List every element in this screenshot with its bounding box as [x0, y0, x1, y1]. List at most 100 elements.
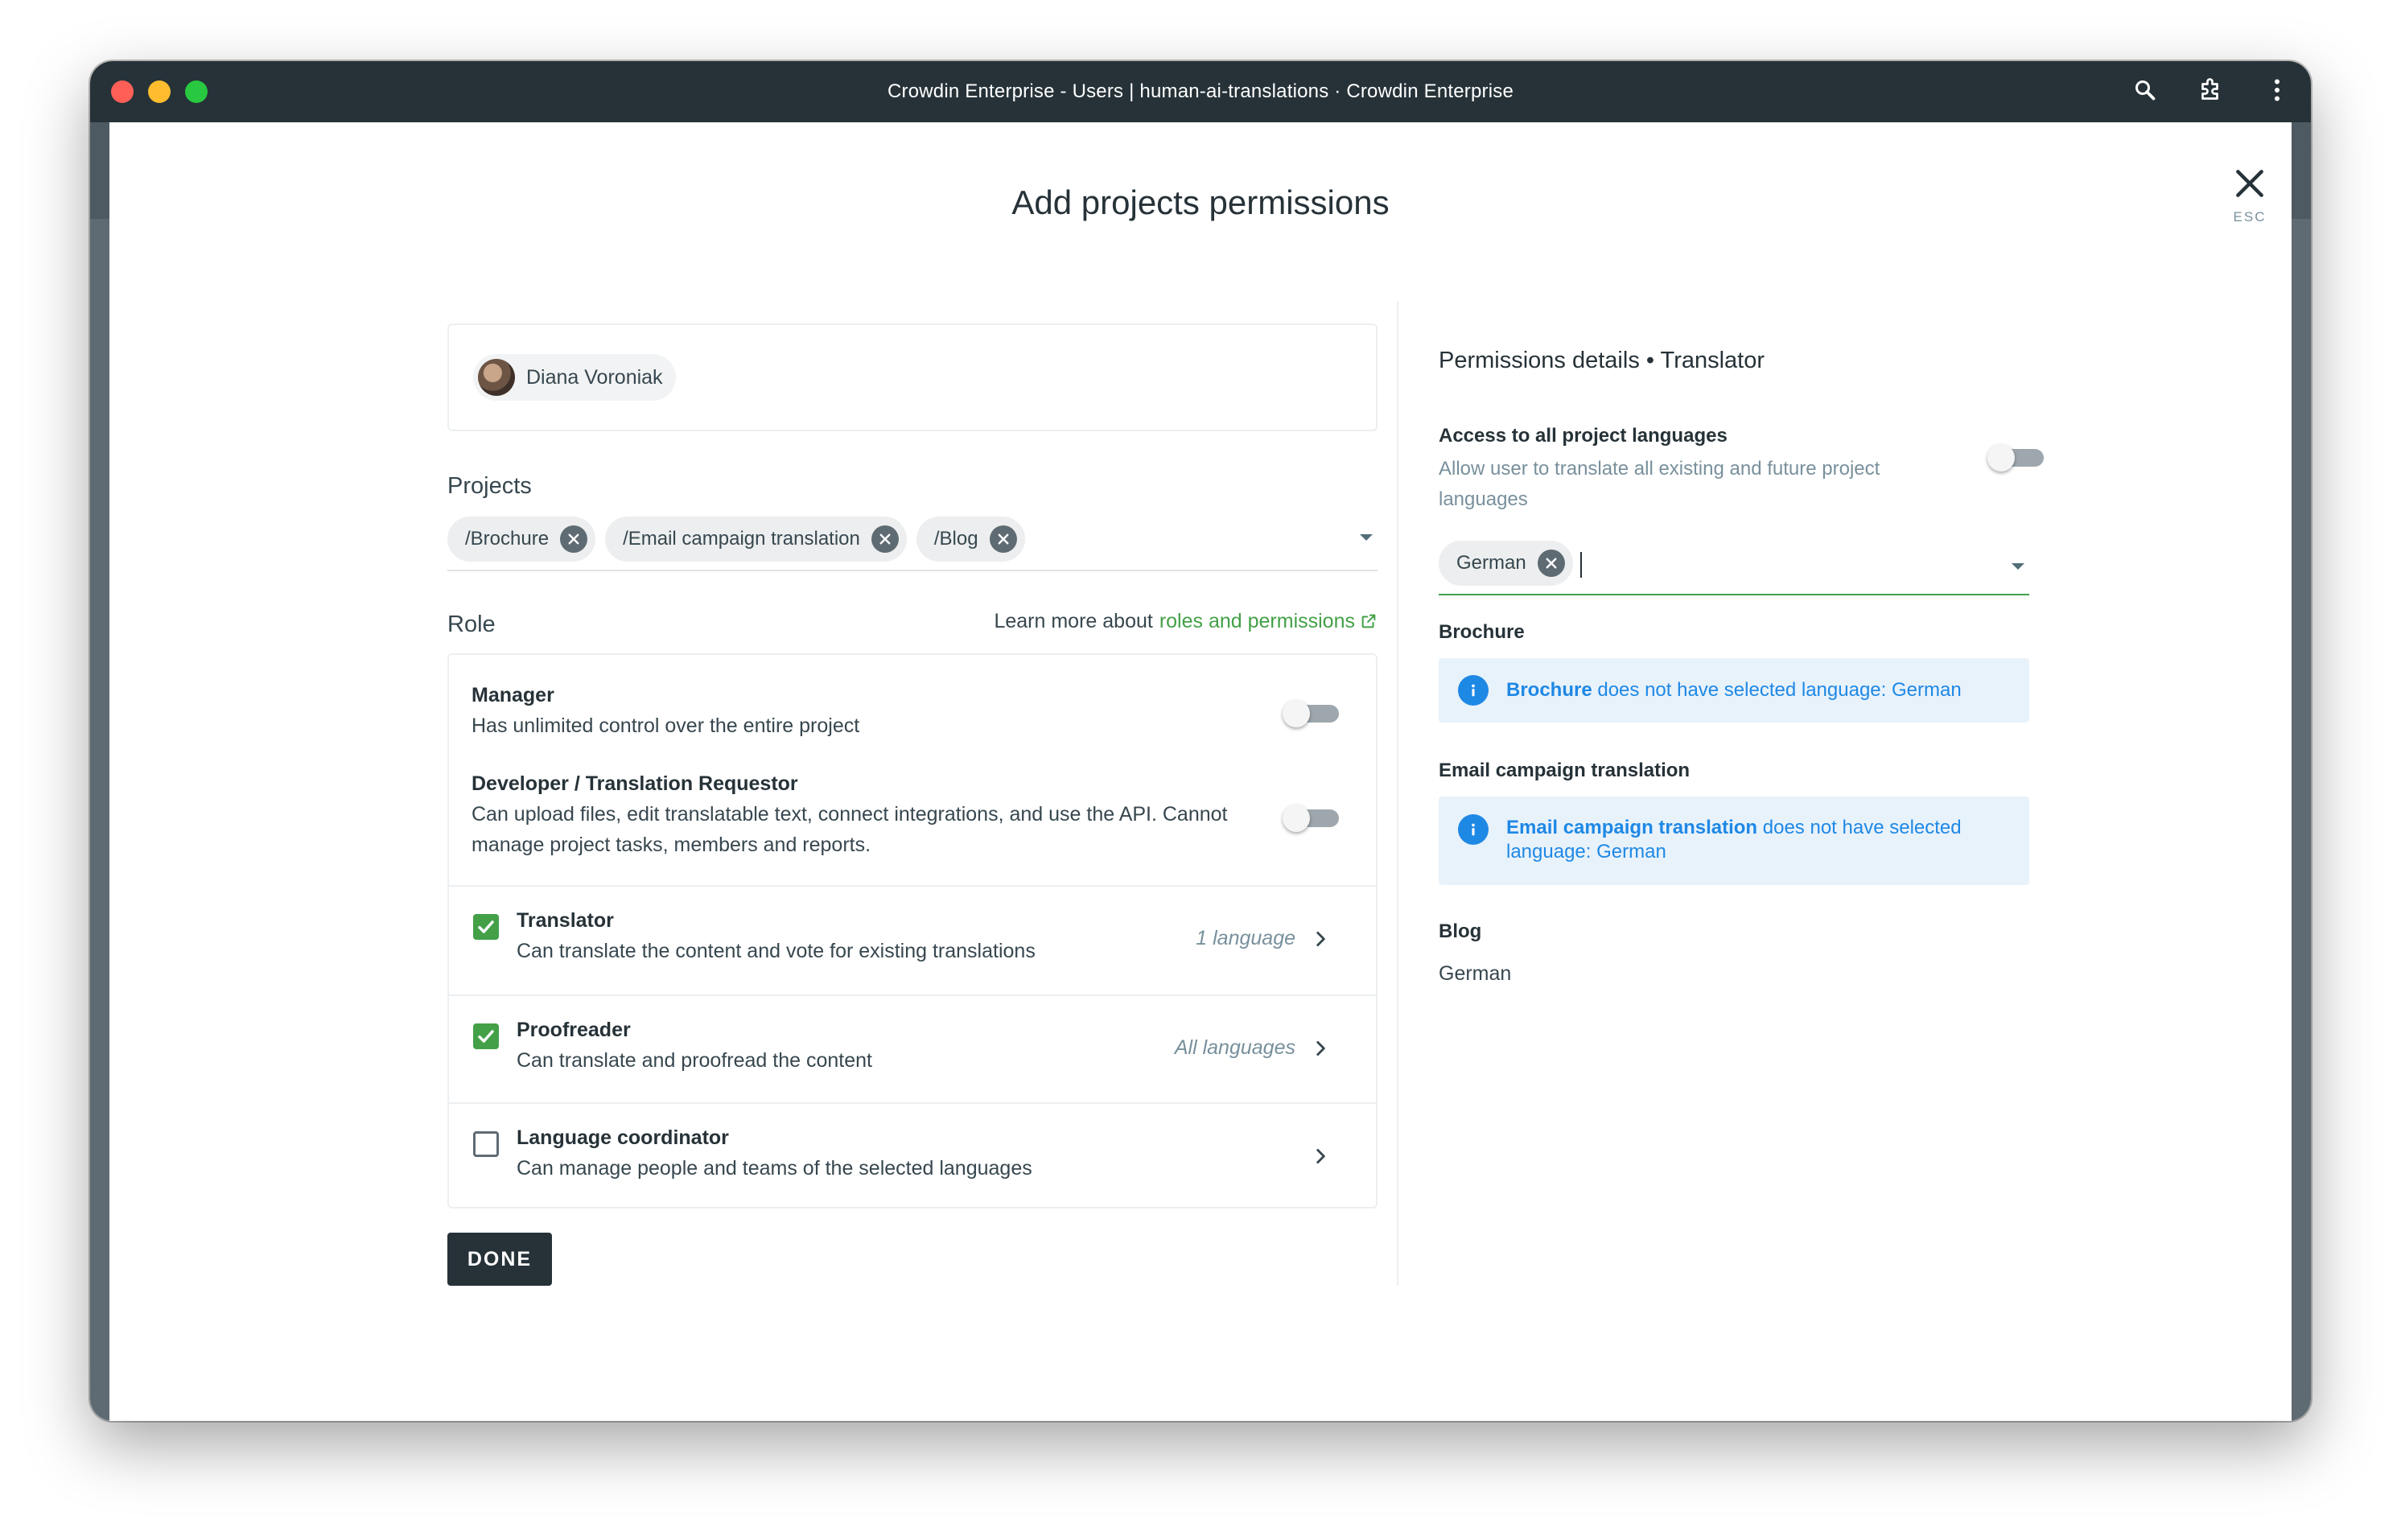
blog-title: Blog: [1439, 920, 1482, 942]
done-button[interactable]: DONE: [447, 1233, 552, 1286]
role-description: Has unlimited control over the entire pr…: [472, 714, 860, 737]
translator-language-count: 1 language: [1196, 927, 1295, 949]
proofreader-checkbox[interactable]: [473, 1023, 499, 1049]
project-chip-brochure: /Brochure: [447, 517, 596, 562]
learn-more-prefix: Learn more about: [994, 610, 1153, 632]
language-select[interactable]: German: [1439, 537, 2029, 595]
page-title: Add projects permissions: [1011, 183, 1390, 221]
brochure-info-message: does not have selected language: German: [1592, 679, 1962, 701]
email-campaign-title: Email campaign translation: [1439, 760, 1691, 781]
role-label: Role: [447, 611, 496, 637]
browser-toolbar: [2131, 76, 2292, 105]
project-chip-email-campaign: /Email campaign translation: [605, 517, 907, 562]
language-chip-german: German: [1439, 541, 1573, 586]
background-page-left: [90, 122, 109, 1421]
add-permissions-dialog: Add projects permissions ESC Diana Voron…: [109, 122, 2292, 1421]
role-title: Translator: [517, 909, 614, 932]
chevron-right-icon[interactable]: [1310, 1146, 1331, 1167]
developer-toggle[interactable]: [1283, 805, 1339, 832]
remove-project-button[interactable]: [989, 525, 1017, 553]
projects-select[interactable]: /Brochure /Email campaign translation /B…: [447, 517, 1378, 571]
close-icon: [1546, 558, 1557, 569]
access-all-languages-title: Access to all project languages: [1439, 425, 1728, 447]
close-icon: [2236, 170, 2263, 197]
project-chip-label: /Email campaign translation: [623, 528, 860, 550]
blog-language: German: [1439, 962, 1512, 985]
role-title: Manager: [472, 684, 554, 706]
email-campaign-info-alert: Email campaign translation does not have…: [1439, 797, 2029, 885]
role-description: Can translate and proofread the content: [517, 1049, 872, 1072]
close-icon: [998, 533, 1009, 545]
maximize-window-button[interactable]: [185, 80, 208, 103]
close-icon: [568, 533, 579, 545]
role-manager: Manager Has unlimited control over the e…: [472, 684, 1357, 741]
title-bar: Crowdin Enterprise - Users | human-ai-tr…: [90, 61, 2311, 122]
role-row-proofreader[interactable]: Proofreader Can translate and proofread …: [449, 994, 1376, 1102]
brochure-info-project: Brochure: [1506, 679, 1592, 701]
info-icon: [1458, 814, 1489, 845]
search-icon[interactable]: [2131, 76, 2160, 105]
more-menu-icon[interactable]: [2263, 76, 2292, 105]
role-title: Proofreader: [517, 1019, 631, 1041]
close-window-button[interactable]: [111, 80, 134, 103]
email-campaign-info-text: Email campaign translation does not have…: [1506, 816, 2005, 864]
translator-checkbox[interactable]: [473, 914, 499, 940]
projects-label: Projects: [447, 473, 532, 499]
window-controls: [111, 80, 208, 103]
role-description: Can upload files, edit translatable text…: [472, 803, 1228, 856]
info-icon: [1458, 675, 1489, 706]
roles-permissions-link[interactable]: roles and permissions: [1159, 610, 1378, 633]
browser-window: Crowdin Enterprise - Users | human-ai-tr…: [90, 61, 2311, 1421]
remove-project-button[interactable]: [560, 525, 588, 553]
proofreader-language-count: All languages: [1174, 1036, 1295, 1059]
role-title: Developer / Translation Requestor: [472, 772, 798, 795]
project-chip-label: /Blog: [933, 528, 978, 550]
roles-permissions-link-label: roles and permissions: [1159, 610, 1355, 632]
role-description: Can manage people and teams of the selec…: [517, 1157, 1032, 1180]
manager-toggle[interactable]: [1283, 700, 1339, 727]
text-caret: [1580, 552, 1582, 578]
language-coordinator-text: Language coordinator Can manage people a…: [517, 1126, 1032, 1184]
window-title: Crowdin Enterprise - Users | human-ai-tr…: [887, 80, 1514, 102]
translator-text: Translator Can translate the content and…: [517, 909, 1036, 966]
remove-language-button[interactable]: [1537, 550, 1565, 577]
close-icon: [879, 533, 891, 545]
dropdown-arrow-icon[interactable]: [1360, 534, 1373, 541]
role-row-language-coordinator[interactable]: Language coordinator Can manage people a…: [449, 1102, 1376, 1207]
user-name: Diana Voroniak: [526, 365, 663, 389]
access-all-languages-toggle[interactable]: [1987, 444, 2044, 471]
close-dialog-button[interactable]: ESC: [2218, 166, 2282, 225]
learn-more: Learn more about roles and permissions: [994, 610, 1378, 633]
column-divider: [1397, 301, 1398, 1286]
remove-project-button[interactable]: [871, 525, 899, 553]
email-campaign-info-project: Email campaign translation: [1506, 817, 1758, 838]
language-chip-label: German: [1456, 552, 1526, 574]
role-row-translator[interactable]: Translator Can translate the content and…: [449, 885, 1376, 994]
background-page-right: [2292, 122, 2311, 1421]
esc-hint: ESC: [2233, 209, 2267, 224]
project-chip-blog: /Blog: [916, 517, 1025, 562]
avatar: [478, 359, 515, 396]
check-icon: [478, 1030, 494, 1043]
role-description: Can translate the content and vote for e…: [517, 940, 1036, 962]
user-chip[interactable]: Diana Voroniak: [473, 354, 676, 401]
chevron-right-icon[interactable]: [1310, 929, 1331, 949]
extensions-icon[interactable]: [2197, 76, 2226, 105]
role-title: Language coordinator: [517, 1126, 729, 1149]
external-link-icon: [1361, 614, 1376, 628]
chevron-right-icon[interactable]: [1310, 1038, 1331, 1059]
brochure-title: Brochure: [1439, 621, 1525, 643]
users-field[interactable]: Diana Voroniak: [447, 323, 1378, 431]
proofreader-text: Proofreader Can translate and proofread …: [517, 1019, 872, 1076]
minimize-window-button[interactable]: [148, 80, 171, 103]
brochure-info-text: Brochure does not have selected language…: [1506, 678, 2005, 702]
access-all-languages-description: Allow user to translate all existing and…: [1439, 458, 1880, 510]
permissions-details-title: Permissions details • Translator: [1439, 348, 1765, 373]
check-icon: [478, 920, 494, 933]
dropdown-arrow-icon[interactable]: [2012, 563, 2024, 570]
brochure-info-alert: Brochure does not have selected language…: [1439, 658, 2029, 723]
role-developer: Developer / Translation Requestor Can up…: [472, 772, 1244, 860]
project-chip-label: /Brochure: [465, 528, 550, 550]
language-coordinator-checkbox[interactable]: [473, 1131, 499, 1157]
roles-list: Manager Has unlimited control over the e…: [447, 653, 1378, 1209]
